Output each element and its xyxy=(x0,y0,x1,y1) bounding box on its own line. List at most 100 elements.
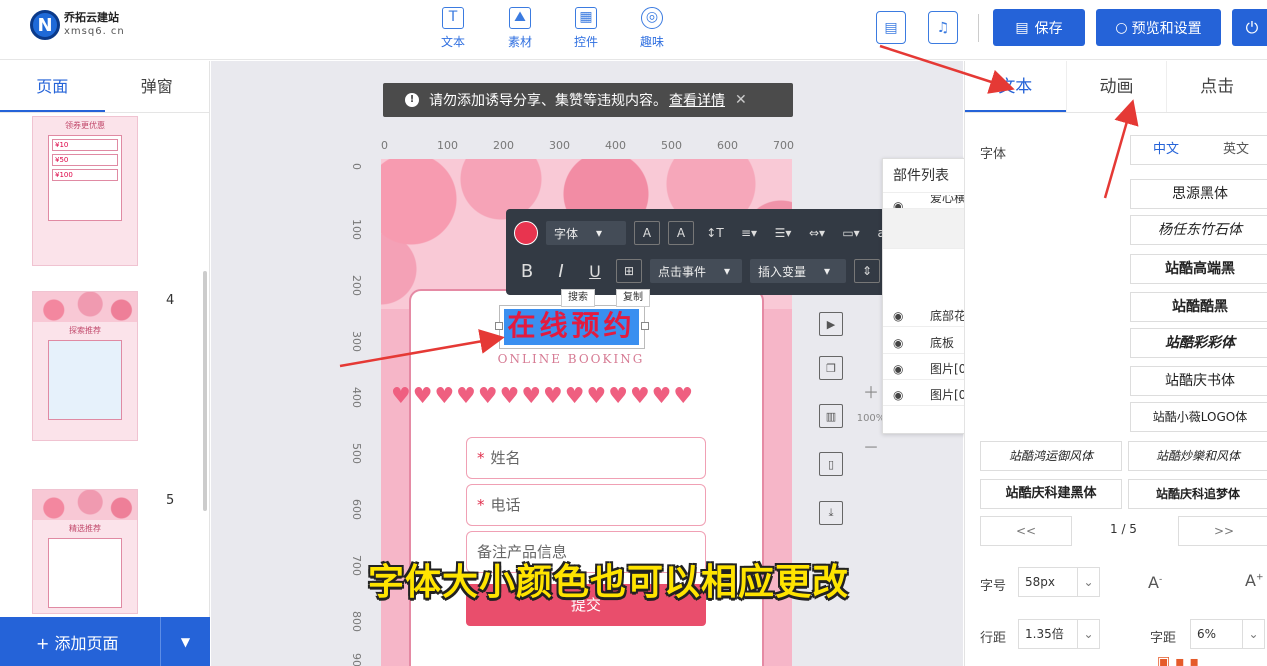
eye-icon[interactable]: ◉ xyxy=(893,195,903,208)
eye-icon[interactable]: ◉ xyxy=(893,384,903,406)
tool-material-label: 素材 xyxy=(507,35,532,49)
prev-page-button[interactable]: << xyxy=(980,516,1072,546)
phone-field[interactable]: * 电话 xyxy=(466,484,706,526)
resize-handle[interactable] xyxy=(641,322,649,330)
search-tooltip[interactable]: 搜索 xyxy=(561,289,595,307)
info-icon: ! xyxy=(405,93,419,107)
preview-settings-button[interactable]: ○ 预览和设置 xyxy=(1096,9,1221,46)
name-field[interactable]: * 姓名 xyxy=(466,437,706,479)
power-button[interactable]: ⏻ xyxy=(1232,9,1267,46)
ruler-tick: 700 xyxy=(350,555,363,576)
music-icon: ♫ xyxy=(936,19,950,36)
font-option[interactable]: 站酷酷黑 xyxy=(1130,292,1267,322)
bold-button[interactable]: B xyxy=(514,259,540,283)
layout-icon: ▤ xyxy=(884,19,898,36)
chevron-down-icon: ▾ xyxy=(596,226,603,240)
italic-button[interactable]: I xyxy=(548,259,574,283)
decrease-font-icon[interactable]: A- xyxy=(1148,573,1162,592)
text-color-picker[interactable] xyxy=(514,221,538,245)
underline-button[interactable]: U xyxy=(582,259,608,283)
save-icon: ▤ xyxy=(1015,19,1029,36)
font-size-down-icon[interactable]: A xyxy=(668,221,694,245)
pages-tabs: 页面 弹窗 xyxy=(0,61,209,113)
save-button[interactable]: ▤ 保存 xyxy=(993,9,1085,46)
shadow-icon[interactable]: ▭▾ xyxy=(838,221,864,245)
logo[interactable]: N 乔拓云建站 xmsq6. cn xyxy=(30,10,125,40)
music-button[interactable]: ♫ xyxy=(928,11,958,44)
font-option[interactable]: 站酷小薇LOGO体 xyxy=(1130,402,1267,432)
page-thumbnail[interactable]: 探索推荐 xyxy=(32,291,138,441)
add-page-button[interactable]: + 添加页面 ▼ xyxy=(0,617,210,666)
eye-icon[interactable]: ◉ xyxy=(893,332,903,354)
widgets-icon: ▦ xyxy=(575,7,597,29)
letter-spacing-select[interactable]: 6% ⌄ xyxy=(1190,619,1265,649)
tool-widgets[interactable]: ▦ 控件 xyxy=(566,7,606,50)
font-option[interactable]: 站酷庆科追梦体 xyxy=(1128,479,1267,509)
layer-icon[interactable]: ⇕ xyxy=(854,259,880,283)
font-dropdown[interactable]: 字体 ▾ xyxy=(546,221,626,245)
selected-title-text[interactable]: 在线预约 xyxy=(504,309,639,345)
tab-text[interactable]: 文本 xyxy=(965,61,1066,112)
font-option[interactable]: 站酷鸿运御风体 xyxy=(980,441,1122,471)
align-icon[interactable]: ≡▾ xyxy=(736,221,762,245)
ruler-tick: 200 xyxy=(493,139,514,152)
font-option[interactable]: 站酷彩彩体 xyxy=(1130,328,1267,358)
copy-tooltip[interactable]: 复制 xyxy=(616,289,650,307)
chevron-down-icon[interactable]: ▼ xyxy=(160,617,210,666)
properties-tabs: 文本 动画 点击 xyxy=(965,61,1267,113)
scrollbar[interactable] xyxy=(203,271,207,511)
tool-material[interactable]: ⛰ 素材 xyxy=(500,7,540,50)
eye-icon[interactable]: ◉ xyxy=(893,358,903,380)
font-option[interactable]: 站酷炒樂和风体 xyxy=(1128,441,1267,471)
mobile-icon[interactable]: ▯ xyxy=(819,452,843,476)
click-event-dropdown[interactable]: 点击事件 ▾ xyxy=(650,259,742,283)
tab-animation[interactable]: 动画 xyxy=(1065,61,1167,112)
border-icon[interactable]: ⊞ xyxy=(616,259,642,283)
copy-page-icon[interactable]: ❐ xyxy=(819,356,843,380)
tool-text[interactable]: T 文本 xyxy=(433,7,473,50)
list-icon[interactable]: ☰▾ xyxy=(770,221,796,245)
font-option[interactable]: 站酷庆科建黑体 xyxy=(980,479,1122,509)
resize-handle[interactable] xyxy=(495,322,503,330)
layout-button[interactable]: ▤ xyxy=(876,11,906,44)
font-option[interactable]: 杨任东竹石体 xyxy=(1130,215,1267,245)
font-option[interactable]: 站酷庆书体 xyxy=(1130,366,1267,396)
tool-fun[interactable]: ◎ 趣味 xyxy=(632,7,672,50)
spacing-icon[interactable]: ⇔▾ xyxy=(804,221,830,245)
letter-spacing-label: 字距 xyxy=(1150,631,1177,646)
line-height-select[interactable]: 1.35倍 ⌄ xyxy=(1018,619,1100,649)
page-thumbnail[interactable]: 精选推荐 xyxy=(32,489,138,614)
tab-chinese[interactable]: 中文 xyxy=(1131,136,1201,164)
increase-font-icon[interactable]: A+ xyxy=(1245,571,1264,590)
tab-popups[interactable]: 弹窗 xyxy=(105,61,210,112)
ruler-icon[interactable]: ▥ xyxy=(819,404,843,428)
font-label: 字体 xyxy=(980,147,1007,162)
line-height-icon[interactable]: ↕T xyxy=(702,221,728,245)
next-page-button[interactable]: >> xyxy=(1178,516,1267,546)
tab-pages[interactable]: 页面 xyxy=(0,61,105,112)
ruler-tick: 700 xyxy=(773,139,794,152)
download-icon[interactable]: ⤓ xyxy=(819,501,843,525)
close-icon[interactable]: ✕ xyxy=(735,92,747,108)
power-icon: ⏻ xyxy=(1245,17,1259,37)
top-bar: N 乔拓云建站 xmsq6. cn T 文本 ⛰ 素材 ▦ 控件 ◎ 趣味 ▤ … xyxy=(0,0,1267,60)
tab-english[interactable]: 英文 xyxy=(1201,136,1267,164)
zoom-out-icon[interactable]: － xyxy=(863,438,879,457)
font-option[interactable]: 站酷高端黑 xyxy=(1130,254,1267,284)
page-thumbnail[interactable]: 领券更优惠 ¥10 ¥50 ¥100 xyxy=(32,116,138,266)
font-size-up-icon[interactable]: A xyxy=(634,221,660,245)
eye-icon[interactable]: ◉ xyxy=(893,305,903,327)
ruler-tick: 0 xyxy=(350,163,363,170)
play-icon[interactable]: ▶ xyxy=(819,312,843,336)
page-thumb-title: 探索推荐 xyxy=(69,326,101,335)
font-option[interactable]: 思源黑体 xyxy=(1130,179,1267,209)
notice-link[interactable]: 查看详情 xyxy=(669,90,725,110)
insert-variable-dropdown[interactable]: 插入变量 ▾ xyxy=(750,259,846,283)
zoom-in-icon[interactable]: ＋ xyxy=(863,383,879,402)
tab-click[interactable]: 点击 xyxy=(1166,61,1267,112)
page-number: 4 xyxy=(166,293,175,308)
font-size-select[interactable]: 58px ⌄ xyxy=(1018,567,1100,597)
logo-name: 乔拓云建站 xyxy=(64,11,119,24)
add-page-label: + 添加页面 xyxy=(36,633,119,653)
chevron-down-icon: ⌄ xyxy=(1077,620,1099,648)
